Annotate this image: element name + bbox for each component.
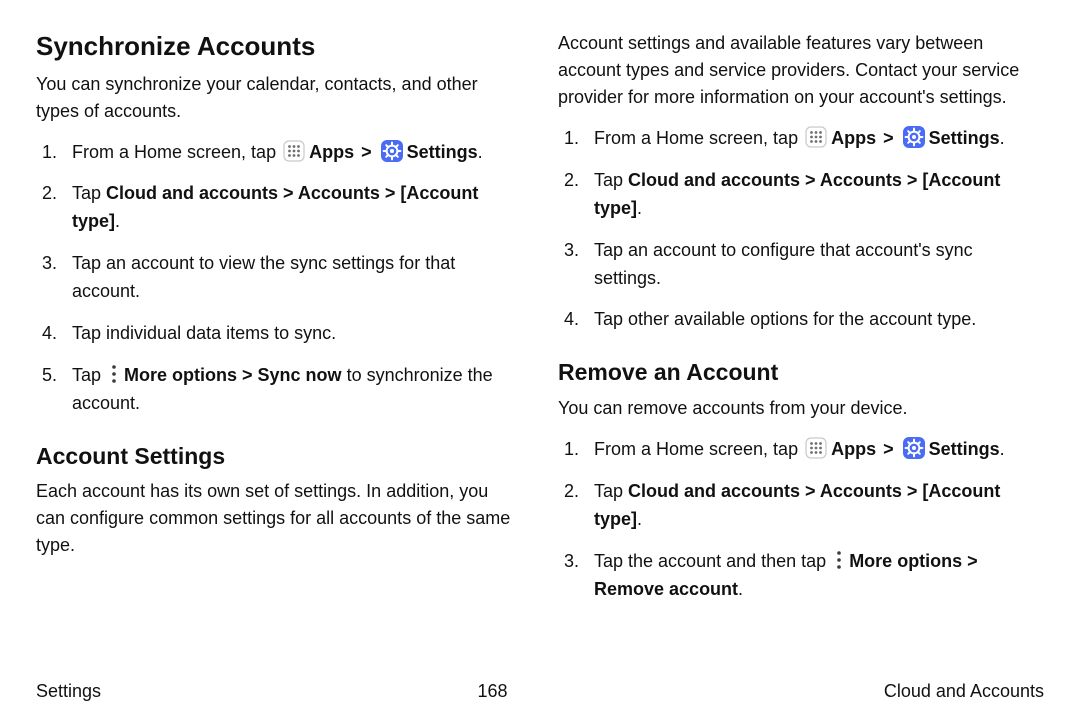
two-column-layout: Synchronize Accounts You can synchronize… — [36, 30, 1044, 675]
account-settings-steps-list: From a Home screen, tap Apps > Settings.… — [558, 125, 1044, 334]
chevron-icon: > — [883, 436, 894, 464]
heading-remove-account: Remove an Account — [558, 358, 1044, 387]
document-page: Synchronize Accounts You can synchronize… — [0, 0, 1080, 720]
period: . — [1000, 128, 1005, 148]
step-text: Tap — [594, 481, 628, 501]
settings-label: Settings — [407, 142, 478, 162]
page-footer: Settings 168 Cloud and Accounts — [36, 681, 1044, 702]
step-text: Tap — [72, 365, 106, 385]
settings-label: Settings — [929, 128, 1000, 148]
period: . — [637, 198, 642, 218]
step-text: Tap the account and then tap — [594, 551, 831, 571]
sync-step-5: Tap More options > Sync now to synchroni… — [62, 362, 522, 418]
sync-step-3: Tap an account to view the sync settings… — [62, 250, 522, 306]
sync-intro-text: You can synchronize your calendar, conta… — [36, 71, 522, 125]
apps-icon — [281, 140, 309, 162]
apps-label: Apps — [309, 142, 354, 162]
step-text: Tap — [72, 183, 106, 203]
period: . — [1000, 439, 1005, 459]
footer-right: Cloud and Accounts — [884, 681, 1044, 702]
apps-icon — [803, 437, 831, 459]
settings-label: Settings — [929, 439, 1000, 459]
footer-page-number: 168 — [477, 681, 507, 702]
footer-left: Settings — [36, 681, 101, 702]
apps-icon — [803, 126, 831, 148]
heading-sync-accounts: Synchronize Accounts — [36, 30, 522, 63]
sync-step-4: Tap individual data items to sync. — [62, 320, 522, 348]
remove-steps-list: From a Home screen, tap Apps > Settings.… — [558, 436, 1044, 603]
remove-step-1: From a Home screen, tap Apps > Settings. — [584, 436, 1044, 464]
acctset-step-4: Tap other available options for the acco… — [584, 306, 1044, 334]
sync-step-2: Tap Cloud and accounts > Accounts > [Acc… — [62, 180, 522, 236]
settings-icon — [901, 126, 929, 148]
chevron-icon: > — [883, 125, 894, 153]
sync-step-1: From a Home screen, tap Apps > Settings. — [62, 139, 522, 167]
nav-path: Cloud and accounts > Accounts > [Account… — [594, 481, 1000, 529]
remove-step-2: Tap Cloud and accounts > Accounts > [Acc… — [584, 478, 1044, 534]
period: . — [478, 142, 483, 162]
nav-path: Cloud and accounts > Accounts > [Account… — [594, 170, 1000, 218]
step-text: From a Home screen, tap — [594, 439, 803, 459]
acctset-step-1: From a Home screen, tap Apps > Settings. — [584, 125, 1044, 153]
nav-path: Cloud and accounts > Accounts > [Account… — [72, 183, 478, 231]
apps-label: Apps — [831, 439, 876, 459]
more-options-icon — [106, 363, 124, 385]
account-settings-continuation: Account settings and available features … — [558, 30, 1044, 111]
step-text: Tap — [594, 170, 628, 190]
step-text: From a Home screen, tap — [72, 142, 281, 162]
right-column: Account settings and available features … — [558, 30, 1044, 675]
more-options-icon — [831, 549, 849, 571]
acctset-step-3: Tap an account to configure that account… — [584, 237, 1044, 293]
period: . — [637, 509, 642, 529]
chevron-icon: > — [361, 139, 372, 167]
account-settings-intro: Each account has its own set of settings… — [36, 478, 522, 559]
acctset-step-2: Tap Cloud and accounts > Accounts > [Acc… — [584, 167, 1044, 223]
step-text: From a Home screen, tap — [594, 128, 803, 148]
settings-icon — [379, 140, 407, 162]
remove-intro-text: You can remove accounts from your device… — [558, 395, 1044, 422]
heading-account-settings: Account Settings — [36, 442, 522, 471]
apps-label: Apps — [831, 128, 876, 148]
sync-steps-list: From a Home screen, tap Apps > Settings.… — [36, 139, 522, 418]
left-column: Synchronize Accounts You can synchronize… — [36, 30, 522, 675]
remove-step-3: Tap the account and then tap More option… — [584, 548, 1044, 604]
more-sync-label: More options > Sync now — [124, 365, 342, 385]
settings-icon — [901, 437, 929, 459]
period: . — [738, 579, 743, 599]
period: . — [115, 211, 120, 231]
